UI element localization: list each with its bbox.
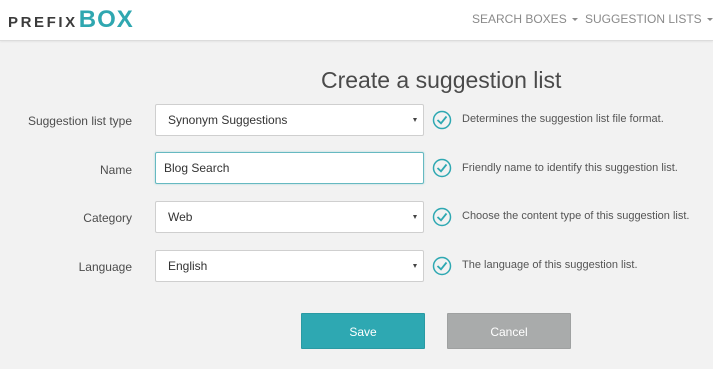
name-input[interactable] bbox=[164, 154, 415, 182]
nav-search-boxes-label: SEARCH BOXES bbox=[472, 12, 567, 26]
check-circle-icon bbox=[432, 256, 452, 276]
dropdown-arrow-icon bbox=[413, 264, 417, 268]
language-select[interactable]: English bbox=[155, 250, 424, 282]
suggestion-list-type-value: Synonym Suggestions bbox=[168, 113, 288, 127]
help-name: Friendly name to identify this suggestio… bbox=[462, 162, 678, 174]
nav-suggestion-lists[interactable]: SUGGESTION LISTS bbox=[585, 12, 713, 26]
help-language: The language of this suggestion list. bbox=[462, 259, 638, 271]
logo-prefix-text: PREFIX bbox=[8, 14, 78, 31]
language-value: English bbox=[168, 259, 208, 273]
logo-box-text: BOX bbox=[78, 6, 134, 33]
save-button[interactable]: Save bbox=[301, 313, 425, 349]
caret-down-icon bbox=[706, 18, 713, 22]
page-title: Create a suggestion list bbox=[321, 67, 562, 93]
caret-down-icon bbox=[571, 18, 578, 22]
prefixbox-logo[interactable]: PREFIX BOX bbox=[8, 6, 134, 34]
top-navbar: PREFIX BOX SEARCH BOXES SUGGESTION LISTS bbox=[0, 0, 713, 41]
suggestion-list-type-select[interactable]: Synonym Suggestions bbox=[155, 104, 424, 136]
nav-suggestion-lists-label: SUGGESTION LISTS bbox=[585, 12, 702, 26]
help-suggestion-list-type: Determines the suggestion list file form… bbox=[462, 113, 664, 125]
label-name: Name bbox=[99, 163, 132, 177]
label-category: Category bbox=[83, 211, 132, 225]
label-suggestion-list-type: Suggestion list type bbox=[27, 114, 132, 128]
category-value: Web bbox=[168, 210, 193, 224]
cancel-button[interactable]: Cancel bbox=[447, 313, 571, 349]
label-language: Language bbox=[78, 260, 132, 274]
help-category: Choose the content type of this suggesti… bbox=[462, 210, 690, 222]
check-circle-icon bbox=[432, 110, 452, 130]
dropdown-arrow-icon bbox=[413, 118, 417, 122]
check-circle-icon bbox=[432, 207, 452, 227]
dropdown-arrow-icon bbox=[413, 215, 417, 219]
name-field-wrapper bbox=[155, 152, 424, 184]
category-select[interactable]: Web bbox=[155, 201, 424, 233]
nav-search-boxes[interactable]: SEARCH BOXES bbox=[472, 12, 578, 26]
check-circle-icon bbox=[432, 158, 452, 178]
